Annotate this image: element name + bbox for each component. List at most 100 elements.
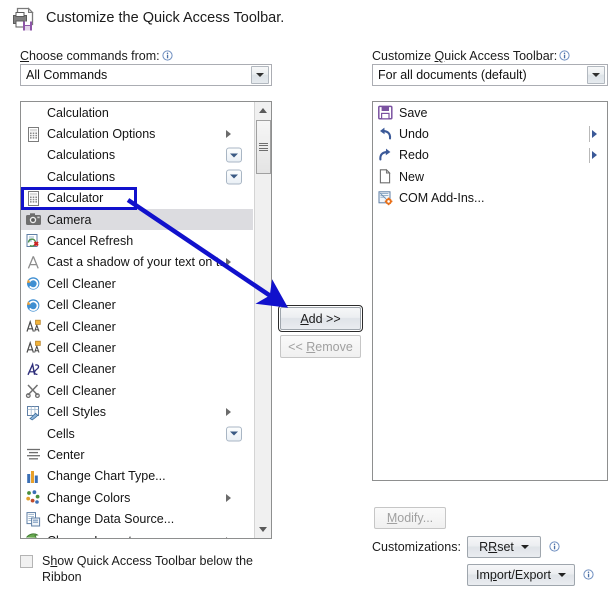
customize-qat-dropdown-button[interactable] [587, 66, 605, 84]
refresh-circle-icon [23, 275, 43, 292]
list-item[interactable]: Change Layout [21, 530, 253, 539]
chevron-down-icon [558, 573, 567, 577]
submenu-arrow-icon[interactable] [592, 130, 597, 139]
scrollbar-thumb[interactable] [256, 120, 271, 174]
list-item-label: Calculation [47, 105, 109, 120]
list-item[interactable]: Redo [373, 145, 607, 166]
scroll-down-arrow[interactable] [255, 521, 271, 538]
list-item[interactable]: Calculator [21, 188, 253, 209]
remove-button-label-rest: emove [315, 339, 353, 354]
list-item[interactable]: Change Data Source... [21, 508, 253, 529]
list-item-label: Calculation Options [47, 127, 156, 142]
choose-commands-from-dropdown-button[interactable] [251, 66, 269, 84]
info-icon[interactable] [162, 50, 173, 61]
info-icon[interactable] [549, 541, 560, 552]
reset-button[interactable]: RRset [467, 536, 541, 558]
list-item-label: Change Data Source... [47, 512, 175, 527]
add-button-label-rest: dd >> [308, 311, 341, 326]
data-source-icon [23, 511, 43, 528]
qat-commands-listbox[interactable]: Save Undo Redo New COM Add-Ins... [372, 101, 608, 481]
gallery-dropdown-icon[interactable] [226, 169, 242, 185]
available-commands-listbox[interactable]: Calculation Calculation Options Calculatio… [20, 101, 272, 539]
show-qat-below-ribbon-checkbox-row[interactable]: Show Quick Access Toolbar below the Ribb… [20, 553, 270, 587]
reset-button-accesskey: R [488, 540, 498, 554]
submenu-arrow-icon[interactable] [592, 151, 597, 160]
calculator-grid-icon [23, 190, 43, 207]
list-item[interactable]: Cell Cleaner [21, 295, 253, 316]
list-item-label: New [399, 169, 425, 184]
list-item[interactable]: Save [373, 102, 607, 123]
font-aa-icon [23, 318, 43, 335]
list-item[interactable]: New [373, 166, 607, 187]
scissors-icon [23, 382, 43, 399]
camera-icon [23, 211, 43, 228]
list-item[interactable]: Change Colors [21, 487, 253, 508]
list-item-label: Save [399, 105, 428, 120]
list-item[interactable]: Calculations [21, 166, 253, 187]
customize-qat-label: Customize Quick Access Toolbar: [372, 49, 570, 63]
list-item-label: Cell Cleaner [47, 383, 116, 398]
remove-button-label-pre: << [288, 339, 307, 354]
submenu-arrow-icon[interactable] [226, 258, 231, 267]
change-layout-icon [23, 532, 43, 538]
list-item[interactable]: Cell Cleaner [21, 337, 253, 358]
customize-qat-label-pre: Customize [372, 49, 435, 63]
list-item[interactable]: Center [21, 444, 253, 465]
info-icon[interactable] [583, 569, 594, 580]
list-item-label: Cast a shadow of your text on t... [47, 255, 230, 270]
no-icon [23, 168, 43, 185]
redo-arrow-icon [375, 147, 395, 164]
add-button[interactable]: Add >> [278, 305, 363, 332]
list-item-label: COM Add-Ins... [399, 191, 485, 206]
remove-button[interactable]: << Remove [280, 335, 361, 358]
import-export-button[interactable]: Import/Export [467, 564, 575, 586]
submenu-arrow-icon[interactable] [226, 536, 231, 538]
list-item[interactable]: Cancel Refresh [21, 230, 253, 251]
modify-button[interactable]: Modify... [374, 507, 446, 529]
available-commands-scrollbar[interactable] [254, 102, 271, 538]
no-icon [23, 425, 43, 442]
info-icon[interactable] [559, 50, 570, 61]
list-item-label: Undo [399, 127, 429, 142]
undo-arrow-icon [375, 126, 395, 143]
list-item[interactable]: Cast a shadow of your text on t... [21, 252, 253, 273]
gallery-dropdown-icon[interactable] [226, 426, 242, 442]
gallery-dropdown-icon[interactable] [226, 147, 242, 163]
list-item[interactable]: Cell Styles [21, 401, 253, 422]
list-item[interactable]: Cell Cleaner [21, 316, 253, 337]
list-item-label: Cell Cleaner [47, 319, 116, 334]
submenu-separator [589, 147, 590, 164]
show-qat-below-ribbon-checkbox[interactable] [20, 555, 33, 568]
list-item[interactable]: Calculation [21, 102, 253, 123]
customize-qat-combobox[interactable]: For all documents (default) [372, 64, 608, 86]
list-item[interactable]: COM Add-Ins... [373, 188, 607, 209]
choose-commands-from-combobox[interactable]: All Commands [20, 64, 272, 86]
list-item[interactable]: Cell Cleaner [21, 359, 253, 380]
list-item-label: Change Layout [47, 534, 132, 539]
submenu-arrow-icon[interactable] [226, 493, 231, 502]
list-item-label: Change Chart Type... [47, 469, 166, 484]
list-item[interactable]: Undo [373, 123, 607, 144]
list-item-label: Center [47, 447, 85, 462]
color-dots-icon [23, 489, 43, 506]
add-button-accesskey: A [300, 311, 309, 326]
list-item-label: Calculations [47, 169, 116, 184]
list-item-label: Cell Cleaner [47, 276, 116, 291]
list-item[interactable]: Change Chart Type... [21, 466, 253, 487]
reset-label-pre: R [479, 540, 489, 554]
list-item[interactable]: Cell Cleaner [21, 273, 253, 294]
list-item[interactable]: Cells [21, 423, 253, 444]
choose-commands-label: Choose commands from: [20, 49, 173, 63]
submenu-arrow-icon[interactable] [226, 130, 231, 139]
page-title: Customize the Quick Access Toolbar. [46, 10, 285, 26]
list-item[interactable]: Cell Cleaner [21, 380, 253, 401]
list-item[interactable]: Camera [21, 208, 253, 231]
submenu-arrow-icon[interactable] [226, 408, 231, 417]
list-item[interactable]: Calculation Options [21, 123, 253, 144]
letter-a-outline-icon [23, 254, 43, 271]
scroll-up-arrow[interactable] [255, 102, 271, 119]
modify-button-label-rest: odify... [397, 511, 434, 525]
bar-chart-icon [23, 468, 43, 485]
list-item[interactable]: Calculations [21, 145, 253, 166]
list-item-label: Cell Styles [47, 405, 107, 420]
